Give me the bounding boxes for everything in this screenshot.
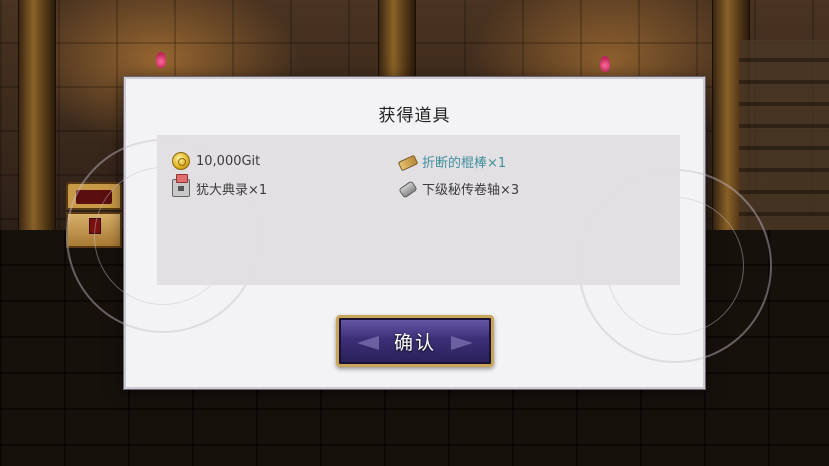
confirm-button-label: 确认: [393, 331, 436, 354]
book-icon: [172, 174, 190, 197]
dialog-title: 获得道具: [378, 106, 451, 126]
reward-item-label: 10,000Git: [196, 153, 261, 169]
item-reward-dialog: 获得道具 10,000Git 折断的棍棒×1 犹大典录×1 下级秘传卷轴×3 确…: [66, 77, 772, 389]
reward-item-label: 折断的棍棒×1: [422, 155, 507, 171]
reward-item: 下级秘传卷轴×3: [398, 178, 519, 198]
coin-icon: [172, 152, 190, 170]
reward-item-label: 下级秘传卷轴×3: [422, 182, 520, 198]
scroll-icon: [398, 179, 416, 197]
reward-item: 犹大典录×1: [172, 174, 268, 198]
items-panel: 10,000Git 折断的棍棒×1 犹大典录×1 下级秘传卷轴×3: [157, 135, 680, 285]
reward-item: 10,000Git: [172, 151, 260, 171]
reward-item-label: 犹大典录×1: [196, 182, 268, 198]
broken-stick-icon: [398, 152, 416, 170]
torch-flame-icon: [600, 56, 610, 72]
reward-item: 折断的棍棒×1: [398, 151, 506, 171]
pillar: [18, 0, 56, 240]
torch-flame-icon: [156, 52, 166, 68]
confirm-button[interactable]: 确认: [336, 315, 494, 367]
